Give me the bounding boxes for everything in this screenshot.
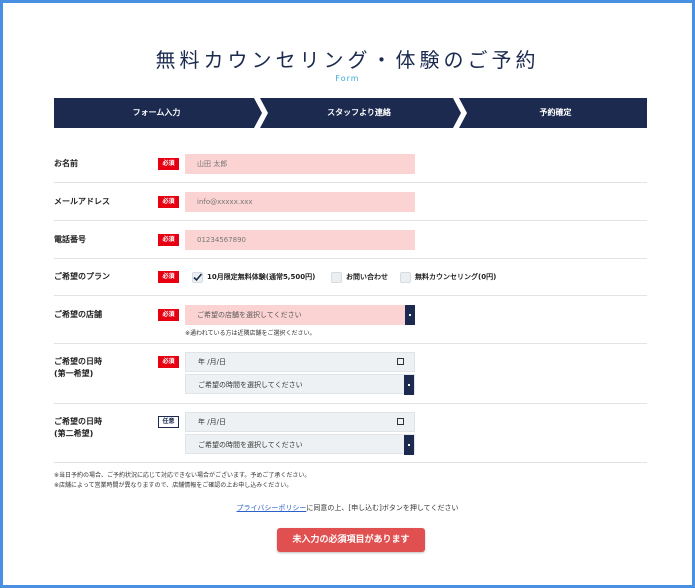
divider	[54, 258, 647, 259]
divider	[54, 343, 647, 344]
plan-checkbox-inquiry[interactable]	[331, 272, 342, 283]
date2-date-input[interactable]: 年 /月/日	[185, 412, 415, 432]
store-note: ※通われている方は近隣店舗をご選択ください。	[185, 330, 316, 337]
step-confirm: 予約確定	[539, 108, 572, 117]
plan-option-trial-label: 10月限定無料体験(通常5,500円)	[207, 273, 316, 281]
date2-label: ご希望の日時 (第二希望)	[54, 416, 102, 440]
progress-steps: フォーム入力 スタッフより連絡 予約確定	[54, 98, 647, 128]
divider	[54, 403, 647, 404]
plan-label: ご希望のプラン	[54, 272, 110, 281]
required-badge: 必須	[158, 158, 179, 170]
date2-time-select[interactable]: ご希望の時間を選択してください	[185, 434, 415, 455]
date2-label-main: ご希望の日時	[54, 417, 102, 426]
plan-checkbox-counseling[interactable]	[400, 272, 411, 283]
plan-option-inquiry-label: お問い合わせ	[346, 273, 388, 281]
date1-time-select[interactable]: ご希望の時間を選択してください	[185, 374, 415, 395]
email-field[interactable]: info@xxxxx.xxx	[185, 192, 415, 212]
chevron-down-icon	[404, 375, 414, 395]
required-badge: 必須	[158, 271, 179, 283]
privacy-consent: プライバシーポリシーに同意の上、[申し込む]ボタンを押してください	[0, 503, 695, 513]
step-staff-contact: スタッフより連絡	[327, 108, 391, 117]
store-select-value: ご希望の店舗を選択してください	[197, 311, 302, 319]
date1-label-main: ご希望の日時	[54, 357, 102, 366]
date1-date-input[interactable]: 年 /月/日	[185, 352, 415, 372]
name-label: お名前	[54, 159, 78, 168]
page-subtitle: Form	[335, 74, 360, 83]
date2-date-value: 年 /月/日	[198, 418, 226, 426]
privacy-policy-link[interactable]: プライバシーポリシー	[237, 504, 307, 512]
required-badge: 必須	[158, 196, 179, 208]
optional-badge: 任意	[158, 416, 179, 428]
store-select[interactable]: ご希望の店舗を選択してください	[185, 305, 415, 325]
date1-date-value: 年 /月/日	[198, 358, 226, 366]
calendar-icon[interactable]	[397, 358, 404, 365]
required-badge: 必須	[158, 356, 179, 368]
plan-option-counseling-label: 無料カウンセリング(0円)	[415, 273, 497, 281]
phone-label: 電話番号	[54, 235, 86, 244]
date2-time-value: ご希望の時間を選択してください	[198, 441, 303, 449]
checkmark-icon	[193, 273, 203, 282]
chevron-down-icon	[405, 305, 415, 325]
chevron-down-icon	[404, 435, 414, 455]
divider	[54, 182, 647, 183]
email-label: メールアドレス	[54, 197, 110, 206]
phone-field[interactable]: 01234567890	[185, 230, 415, 250]
store-label: ご希望の店舗	[54, 310, 102, 319]
plan-checkbox-trial[interactable]	[192, 272, 203, 283]
date1-label-sub: (第一希望)	[54, 369, 94, 378]
submit-button[interactable]: 未入力の必須項目があります	[277, 528, 425, 552]
page-title: 無料カウンセリング・体験のご予約	[155, 48, 540, 72]
calendar-icon[interactable]	[397, 418, 404, 425]
divider	[54, 220, 647, 221]
divider	[54, 462, 647, 463]
booking-note: ※当日予約の場合、ご予約状況に応じて対応できない場合がございます。予めご了承くだ…	[54, 472, 311, 479]
required-badge: 必須	[158, 309, 179, 321]
privacy-consent-text: に同意の上、[申し込む]ボタンを押してください	[306, 504, 459, 512]
divider	[54, 295, 647, 296]
date2-label-sub: (第二希望)	[54, 429, 94, 438]
name-field[interactable]: 山田 太郎	[185, 154, 415, 174]
required-badge: 必須	[158, 234, 179, 246]
step-form-input: フォーム入力	[132, 108, 181, 117]
store-hours-note: ※店舗によって営業時間が異なりますので、店舗情報をご確認の上お申し込みください。	[54, 482, 293, 489]
date1-label: ご希望の日時 (第一希望)	[54, 356, 102, 380]
form-panel	[3, 3, 692, 585]
date1-time-value: ご希望の時間を選択してください	[198, 381, 303, 389]
